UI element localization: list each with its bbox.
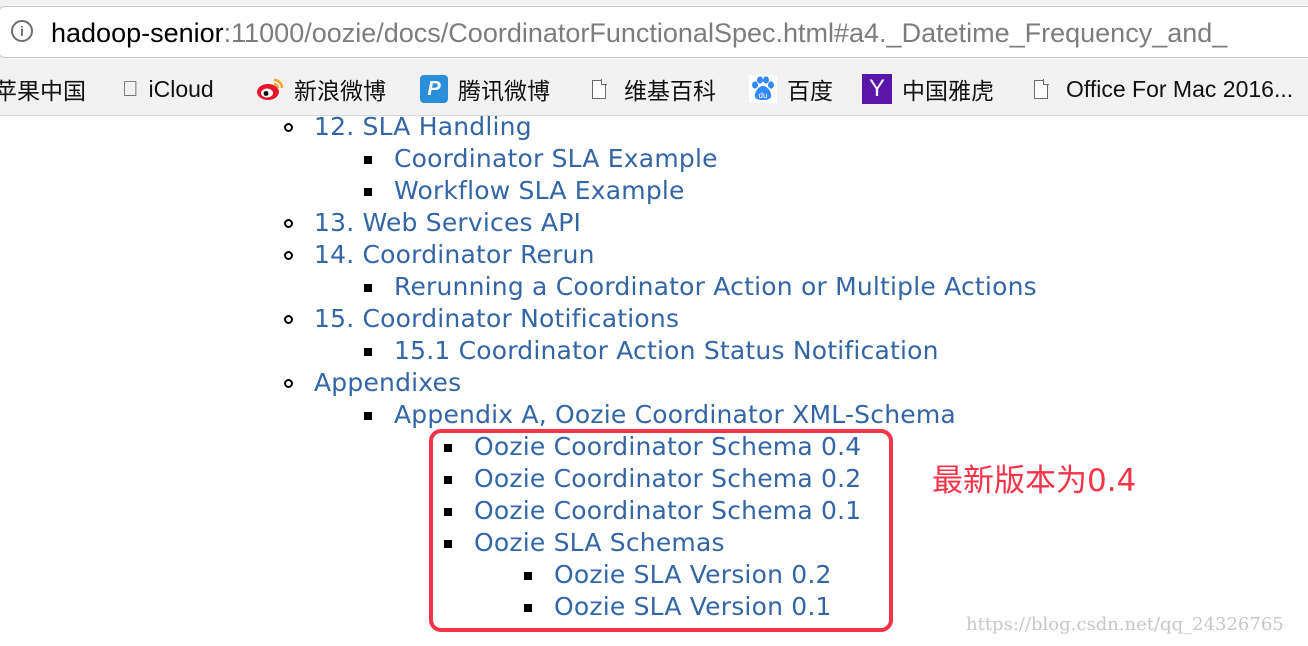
toc-link-text[interactable]: 15.1 Coordinator Action Status Notificat… (394, 336, 939, 365)
circle-bullet (284, 251, 293, 260)
bookmark-label: 腾讯微博 (458, 78, 550, 104)
bookmark-label: 维基百科 (624, 78, 716, 104)
toc-link-text[interactable]: Appendixes (314, 368, 461, 397)
url-host: hadoop-senior (51, 18, 224, 48)
watermark: https://blog.csdn.net/qq_24326765 (966, 614, 1284, 635)
toc-link-appendix-a[interactable]: Appendix A, Oozie Coordinator XML-Schema (394, 399, 956, 431)
circle-bullet (284, 315, 293, 324)
baidu-icon: du (749, 75, 777, 103)
weibo-icon (256, 77, 284, 101)
svg-text:du: du (759, 91, 768, 100)
bookmark-label: 百度 (787, 78, 833, 104)
bookmarks-bar: 苹果中国  iCloud 新浪微博 P 腾讯微博 维基百科 (0, 68, 1308, 116)
toc-link-text[interactable]: Coordinator SLA Example (394, 144, 718, 173)
bookmark-wikipedia[interactable]: 维基百科 (592, 73, 716, 105)
square-bullet (364, 156, 372, 164)
apple-icon:  (122, 76, 139, 102)
toc-link-sla-handling[interactable]: 12. SLA Handling (314, 111, 532, 143)
toc-link-web-services-api[interactable]: 13. Web Services API (314, 207, 581, 239)
url-path: :11000/oozie/docs/CoordinatorFunctionalS… (223, 18, 1228, 48)
document-icon (592, 78, 607, 99)
circle-bullet (284, 379, 293, 388)
toc-link-workflow-sla-example[interactable]: Workflow SLA Example (394, 175, 685, 207)
bookmark-office-mac[interactable]: Office For Mac 2016... (1034, 73, 1293, 105)
square-bullet (364, 284, 372, 292)
bookmark-sina-weibo[interactable]: 新浪微博 (256, 73, 386, 105)
toc-link-text[interactable]: 14. Coordinator Rerun (314, 240, 595, 269)
toc-link-action-status-notification[interactable]: 15.1 Coordinator Action Status Notificat… (394, 335, 939, 367)
circle-bullet (284, 219, 293, 228)
bookmark-tencent-weibo[interactable]: P 腾讯微博 (420, 73, 550, 105)
highlight-box (429, 429, 893, 632)
url-text[interactable]: hadoop-senior:11000/oozie/docs/Coordinat… (51, 17, 1227, 49)
annotation-text: 最新版本为0.4 (932, 463, 1137, 499)
toc-link-text[interactable]: Workflow SLA Example (394, 176, 685, 205)
square-bullet (364, 412, 372, 420)
toc-link-rerunning-actions[interactable]: Rerunning a Coordinator Action or Multip… (394, 271, 1037, 303)
bookmark-label: iCloud (132, 75, 214, 102)
toc-link-text[interactable]: 12. SLA Handling (314, 112, 532, 141)
toc-link-text[interactable]: Rerunning a Coordinator Action or Multip… (394, 272, 1037, 301)
toc-link-coordinator-rerun[interactable]: 14. Coordinator Rerun (314, 239, 595, 271)
square-bullet (364, 188, 372, 196)
square-bullet (364, 348, 372, 356)
toc-link-coordinator-notifications[interactable]: 15. Coordinator Notifications (314, 303, 679, 335)
info-icon[interactable]: i (11, 20, 33, 42)
address-bar[interactable]: i hadoop-senior:11000/oozie/docs/Coordin… (0, 6, 1308, 58)
bookmark-yahoo-china[interactable]: Y 中国雅虎 (862, 73, 994, 105)
toc-link-text[interactable]: Appendix A, Oozie Coordinator XML-Schema (394, 400, 956, 429)
bookmark-label: 新浪微博 (294, 78, 386, 104)
bookmark-baidu[interactable]: du 百度 (749, 73, 833, 105)
browser-toolbar: i hadoop-senior:11000/oozie/docs/Coordin… (0, 0, 1308, 68)
tencent-weibo-icon: P (420, 75, 448, 103)
document-icon (1034, 78, 1049, 99)
bookmark-label: Office For Mac 2016... (1066, 75, 1294, 102)
bookmark-label: 苹果中国 (0, 78, 86, 104)
toc-link-text[interactable]: 15. Coordinator Notifications (314, 304, 679, 333)
toc-link-appendixes[interactable]: Appendixes (314, 367, 461, 399)
circle-bullet (284, 123, 293, 132)
toc-link-text[interactable]: 13. Web Services API (314, 208, 581, 237)
bookmark-apple-china[interactable]: 苹果中国 (0, 73, 86, 105)
bookmark-label: 中国雅虎 (902, 78, 994, 104)
yahoo-icon: Y (862, 74, 892, 104)
bookmark-icloud[interactable]:  iCloud (122, 73, 214, 105)
toc-link-coordinator-sla-example[interactable]: Coordinator SLA Example (394, 143, 718, 175)
